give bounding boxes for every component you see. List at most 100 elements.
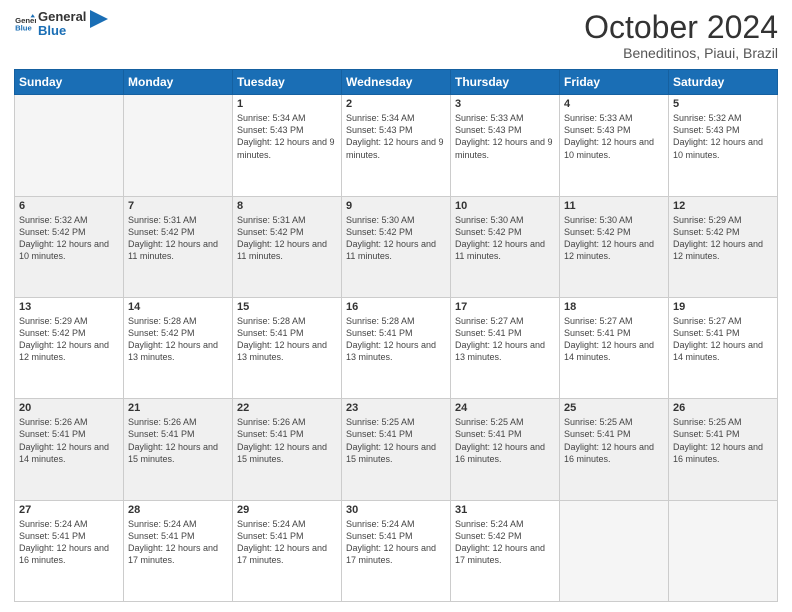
day-number: 2 bbox=[346, 98, 446, 110]
logo: General Blue General Blue bbox=[14, 10, 108, 39]
title-area: October 2024 Beneditinos, Piaui, Brazil bbox=[584, 10, 778, 61]
calendar-day-cell: 14 Sunrise: 5:28 AMSunset: 5:42 PMDayligh… bbox=[124, 297, 233, 398]
day-number: 12 bbox=[673, 200, 773, 212]
calendar-day-cell: 11 Sunrise: 5:30 AMSunset: 5:42 PMDayligh… bbox=[560, 196, 669, 297]
day-detail: Sunrise: 5:25 AMSunset: 5:41 PMDaylight:… bbox=[455, 416, 555, 465]
day-number: 9 bbox=[346, 200, 446, 212]
day-number: 5 bbox=[673, 98, 773, 110]
calendar-day-cell: 17Sunrise: 5:27 AMSunset: 5:41 PMDayligh… bbox=[451, 297, 560, 398]
day-detail: Sunrise: 5:25 AMSunset: 5:41 PMDaylight:… bbox=[673, 416, 773, 465]
calendar-day-cell: 12 Sunrise: 5:29 AMSunset: 5:42 PMDayligh… bbox=[669, 196, 778, 297]
calendar-day-cell: 4 Sunrise: 5:33 AMSunset: 5:43 PMDaylight… bbox=[560, 95, 669, 196]
day-number: 16 bbox=[346, 301, 446, 313]
day-number: 31 bbox=[455, 504, 555, 516]
calendar-day-cell: 21 Sunrise: 5:26 AMSunset: 5:41 PMDayligh… bbox=[124, 399, 233, 500]
day-detail: Sunrise: 5:24 AMSunset: 5:41 PMDaylight:… bbox=[19, 518, 119, 567]
location-subtitle: Beneditinos, Piaui, Brazil bbox=[584, 45, 778, 61]
weekday-header: Thursday bbox=[451, 70, 560, 95]
day-detail: Sunrise: 5:24 AMSunset: 5:41 PMDaylight:… bbox=[346, 518, 446, 567]
day-detail: Sunrise: 5:27 AMSunset: 5:41 PMDaylight:… bbox=[564, 315, 664, 364]
calendar-day-cell: 19Sunrise: 5:27 AMSunset: 5:41 PMDayligh… bbox=[669, 297, 778, 398]
day-number: 21 bbox=[128, 402, 228, 414]
day-detail: Sunrise: 5:26 AMSunset: 5:41 PMDaylight:… bbox=[237, 416, 337, 465]
weekday-header: Friday bbox=[560, 70, 669, 95]
day-number: 4 bbox=[564, 98, 664, 110]
calendar-table: SundayMondayTuesdayWednesdayThursdayFrid… bbox=[14, 69, 778, 602]
calendar-day-cell: 13 Sunrise: 5:29 AMSunset: 5:42 PMDayligh… bbox=[15, 297, 124, 398]
calendar-week-row: 13 Sunrise: 5:29 AMSunset: 5:42 PMDayligh… bbox=[15, 297, 778, 398]
logo-line2: Blue bbox=[38, 24, 86, 38]
day-detail: Sunrise: 5:30 AMSunset: 5:42 PMDaylight:… bbox=[564, 214, 664, 263]
day-detail: Sunrise: 5:30 AMSunset: 5:42 PMDaylight:… bbox=[346, 214, 446, 263]
calendar-day-cell: 25Sunrise: 5:25 AMSunset: 5:41 PMDayligh… bbox=[560, 399, 669, 500]
day-detail: Sunrise: 5:27 AMSunset: 5:41 PMDaylight:… bbox=[455, 315, 555, 364]
day-number: 7 bbox=[128, 200, 228, 212]
calendar-week-row: 1Sunrise: 5:34 AMSunset: 5:43 PMDaylight… bbox=[15, 95, 778, 196]
day-detail: Sunrise: 5:32 AMSunset: 5:42 PMDaylight:… bbox=[19, 214, 119, 263]
day-number: 27 bbox=[19, 504, 119, 516]
day-detail: Sunrise: 5:33 AMSunset: 5:43 PMDaylight:… bbox=[455, 112, 555, 161]
day-detail: Sunrise: 5:28 AMSunset: 5:42 PMDaylight:… bbox=[128, 315, 228, 364]
header: General Blue General Blue October 2024 B… bbox=[14, 10, 778, 61]
calendar-day-cell: 22Sunrise: 5:26 AMSunset: 5:41 PMDayligh… bbox=[233, 399, 342, 500]
day-detail: Sunrise: 5:24 AMSunset: 5:41 PMDaylight:… bbox=[237, 518, 337, 567]
svg-text:Blue: Blue bbox=[15, 24, 32, 33]
day-detail: Sunrise: 5:33 AMSunset: 5:43 PMDaylight:… bbox=[564, 112, 664, 161]
weekday-header: Monday bbox=[124, 70, 233, 95]
day-number: 25 bbox=[564, 402, 664, 414]
calendar-header-row: SundayMondayTuesdayWednesdayThursdayFrid… bbox=[15, 70, 778, 95]
weekday-header: Sunday bbox=[15, 70, 124, 95]
calendar-day-cell: 5Sunrise: 5:32 AMSunset: 5:43 PMDaylight… bbox=[669, 95, 778, 196]
calendar-day-cell: 1Sunrise: 5:34 AMSunset: 5:43 PMDaylight… bbox=[233, 95, 342, 196]
day-number: 14 bbox=[128, 301, 228, 313]
calendar-day-cell: 20 Sunrise: 5:26 AMSunset: 5:41 PMDayligh… bbox=[15, 399, 124, 500]
day-number: 18 bbox=[564, 301, 664, 313]
calendar-day-cell: 26Sunrise: 5:25 AMSunset: 5:41 PMDayligh… bbox=[669, 399, 778, 500]
day-number: 8 bbox=[237, 200, 337, 212]
day-detail: Sunrise: 5:31 AMSunset: 5:42 PMDaylight:… bbox=[128, 214, 228, 263]
day-detail: Sunrise: 5:28 AMSunset: 5:41 PMDaylight:… bbox=[346, 315, 446, 364]
day-detail: Sunrise: 5:26 AMSunset: 5:41 PMDaylight:… bbox=[19, 416, 119, 465]
calendar-day-cell: 2Sunrise: 5:34 AMSunset: 5:43 PMDaylight… bbox=[342, 95, 451, 196]
day-number: 13 bbox=[19, 301, 119, 313]
day-detail: Sunrise: 5:28 AMSunset: 5:41 PMDaylight:… bbox=[237, 315, 337, 364]
calendar-page: General Blue General Blue October 2024 B… bbox=[0, 0, 792, 612]
calendar-day-cell bbox=[560, 500, 669, 601]
day-number: 30 bbox=[346, 504, 446, 516]
calendar-day-cell: 23Sunrise: 5:25 AMSunset: 5:41 PMDayligh… bbox=[342, 399, 451, 500]
day-number: 20 bbox=[19, 402, 119, 414]
day-number: 1 bbox=[237, 98, 337, 110]
day-detail: Sunrise: 5:24 AMSunset: 5:42 PMDaylight:… bbox=[455, 518, 555, 567]
day-detail: Sunrise: 5:26 AMSunset: 5:41 PMDaylight:… bbox=[128, 416, 228, 465]
day-detail: Sunrise: 5:29 AMSunset: 5:42 PMDaylight:… bbox=[673, 214, 773, 263]
day-number: 11 bbox=[564, 200, 664, 212]
calendar-day-cell: 30 Sunrise: 5:24 AMSunset: 5:41 PMDayligh… bbox=[342, 500, 451, 601]
calendar-day-cell: 15 Sunrise: 5:28 AMSunset: 5:41 PMDayligh… bbox=[233, 297, 342, 398]
calendar-day-cell: 8Sunrise: 5:31 AMSunset: 5:42 PMDaylight… bbox=[233, 196, 342, 297]
day-number: 3 bbox=[455, 98, 555, 110]
calendar-day-cell: 9 Sunrise: 5:30 AMSunset: 5:42 PMDaylight… bbox=[342, 196, 451, 297]
calendar-day-cell: 31 Sunrise: 5:24 AMSunset: 5:42 PMDayligh… bbox=[451, 500, 560, 601]
calendar-day-cell bbox=[124, 95, 233, 196]
calendar-week-row: 6Sunrise: 5:32 AMSunset: 5:42 PMDaylight… bbox=[15, 196, 778, 297]
calendar-day-cell bbox=[669, 500, 778, 601]
calendar-day-cell: 16 Sunrise: 5:28 AMSunset: 5:41 PMDayligh… bbox=[342, 297, 451, 398]
calendar-day-cell: 24 Sunrise: 5:25 AMSunset: 5:41 PMDayligh… bbox=[451, 399, 560, 500]
calendar-week-row: 20 Sunrise: 5:26 AMSunset: 5:41 PMDayligh… bbox=[15, 399, 778, 500]
day-detail: Sunrise: 5:25 AMSunset: 5:41 PMDaylight:… bbox=[346, 416, 446, 465]
calendar-day-cell bbox=[15, 95, 124, 196]
calendar-day-cell: 3 Sunrise: 5:33 AMSunset: 5:43 PMDaylight… bbox=[451, 95, 560, 196]
calendar-day-cell: 7 Sunrise: 5:31 AMSunset: 5:42 PMDaylight… bbox=[124, 196, 233, 297]
day-detail: Sunrise: 5:27 AMSunset: 5:41 PMDaylight:… bbox=[673, 315, 773, 364]
day-number: 24 bbox=[455, 402, 555, 414]
calendar-day-cell: 27 Sunrise: 5:24 AMSunset: 5:41 PMDayligh… bbox=[15, 500, 124, 601]
day-number: 10 bbox=[455, 200, 555, 212]
calendar-day-cell: 28Sunrise: 5:24 AMSunset: 5:41 PMDayligh… bbox=[124, 500, 233, 601]
logo-icon: General Blue bbox=[14, 13, 36, 35]
calendar-day-cell: 10Sunrise: 5:30 AMSunset: 5:42 PMDayligh… bbox=[451, 196, 560, 297]
day-detail: Sunrise: 5:29 AMSunset: 5:42 PMDaylight:… bbox=[19, 315, 119, 364]
day-number: 15 bbox=[237, 301, 337, 313]
calendar-day-cell: 18 Sunrise: 5:27 AMSunset: 5:41 PMDayligh… bbox=[560, 297, 669, 398]
day-number: 29 bbox=[237, 504, 337, 516]
calendar-day-cell: 6Sunrise: 5:32 AMSunset: 5:42 PMDaylight… bbox=[15, 196, 124, 297]
